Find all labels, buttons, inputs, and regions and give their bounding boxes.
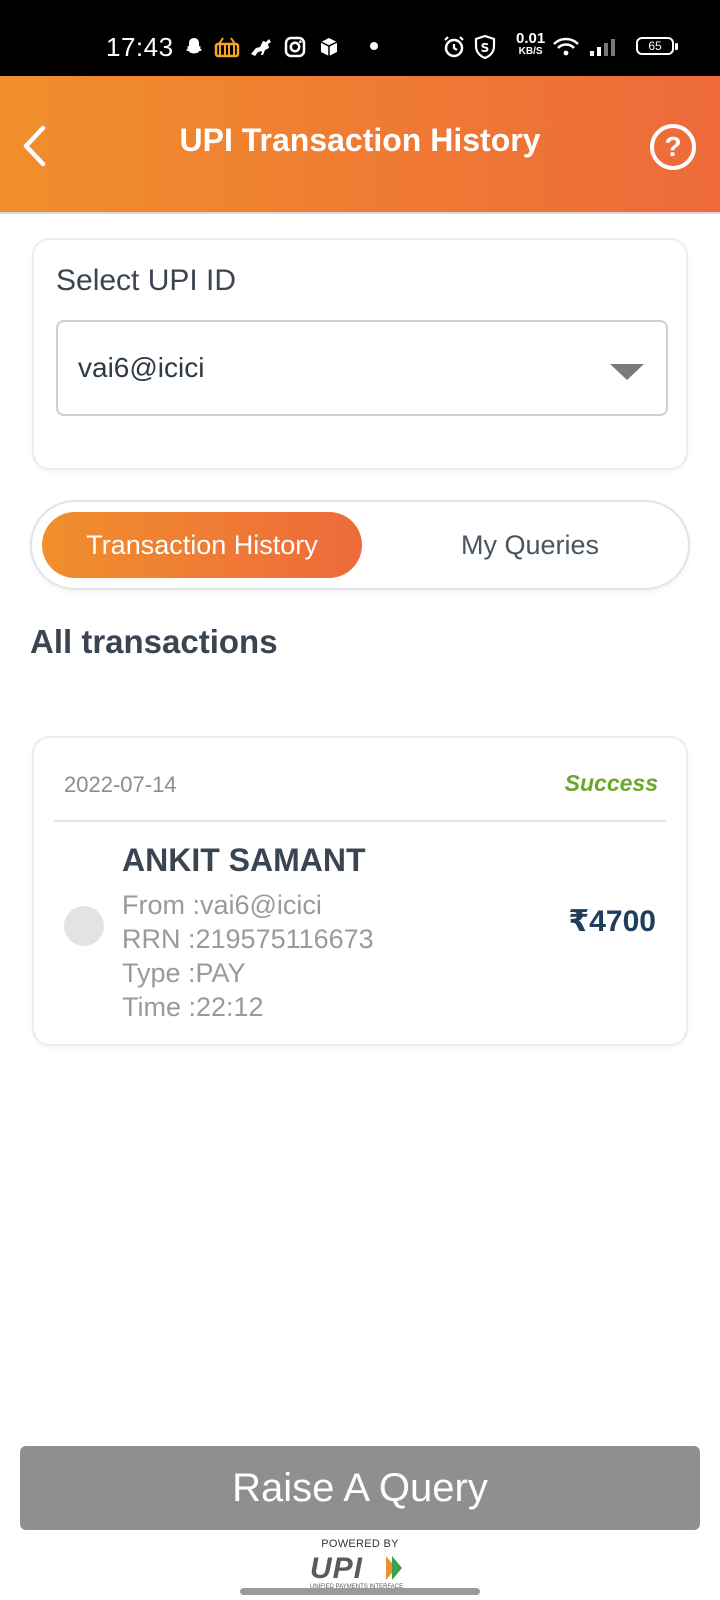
instagram-icon <box>284 36 306 58</box>
page-title: UPI Transaction History <box>179 122 541 158</box>
avatar <box>64 906 104 946</box>
alarm-icon <box>442 36 466 58</box>
status-bar: 17:43 S 0.01 KB/S 65 <box>0 0 720 76</box>
transaction-amount: ₹4700 <box>568 905 656 938</box>
transaction-from: From :vai6@icici <box>122 890 322 920</box>
status-time: 17:43 <box>106 32 174 62</box>
transaction-time: Time :22:12 <box>122 992 264 1022</box>
transaction-type: Type :PAY <box>122 958 246 988</box>
upi-logo-text: UPI <box>310 1552 363 1585</box>
horse-icon <box>248 36 274 58</box>
tab-my-queries[interactable]: My Queries <box>380 512 680 578</box>
snapchat-icon <box>182 36 206 58</box>
home-indicator[interactable] <box>240 1588 480 1595</box>
tab-transaction-history[interactable]: Transaction History <box>42 512 362 578</box>
tab-bar: Transaction History My Queries <box>30 500 690 590</box>
transaction-rrn: RRN :219575116673 <box>122 924 374 954</box>
svg-text:S: S <box>481 41 490 55</box>
selected-upi-id: vai6@icici <box>78 352 205 383</box>
cube-icon <box>318 36 340 58</box>
transaction-status: Success <box>564 770 658 796</box>
shield-s-icon: S <box>474 35 496 59</box>
notification-dot <box>370 42 378 50</box>
wifi-icon <box>552 36 580 58</box>
select-upi-label: Select UPI ID <box>56 264 237 297</box>
transaction-card[interactable]: 2022-07-14 Success ANKIT SAMANT From :va… <box>32 736 688 1046</box>
upi-id-dropdown[interactable]: vai6@icici <box>56 320 668 416</box>
net-speed-unit: KB/S <box>518 46 543 57</box>
raise-query-button[interactable]: Raise A Query <box>20 1446 700 1530</box>
caret-down-icon <box>610 364 644 380</box>
upi-logo: UPI UNIFIED PAYMENTS INTERFACE <box>310 1552 403 1590</box>
signal-icon <box>588 36 616 58</box>
section-title: All transactions <box>30 623 278 660</box>
battery-icon: 65 <box>636 37 678 55</box>
transaction-date: 2022-07-14 <box>64 772 177 797</box>
upi-id-card: Select UPI ID vai6@icici <box>32 238 688 470</box>
question-icon: ? <box>664 131 682 162</box>
app-header: UPI Transaction History ? <box>0 76 720 214</box>
payee-name: ANKIT SAMANT <box>122 842 366 878</box>
help-button[interactable]: ? <box>650 124 696 170</box>
divider <box>54 820 666 822</box>
net-speed: 0.01 KB/S <box>516 31 545 58</box>
basket-icon <box>214 36 240 58</box>
powered-by-text: POWERED BY <box>321 1538 399 1550</box>
